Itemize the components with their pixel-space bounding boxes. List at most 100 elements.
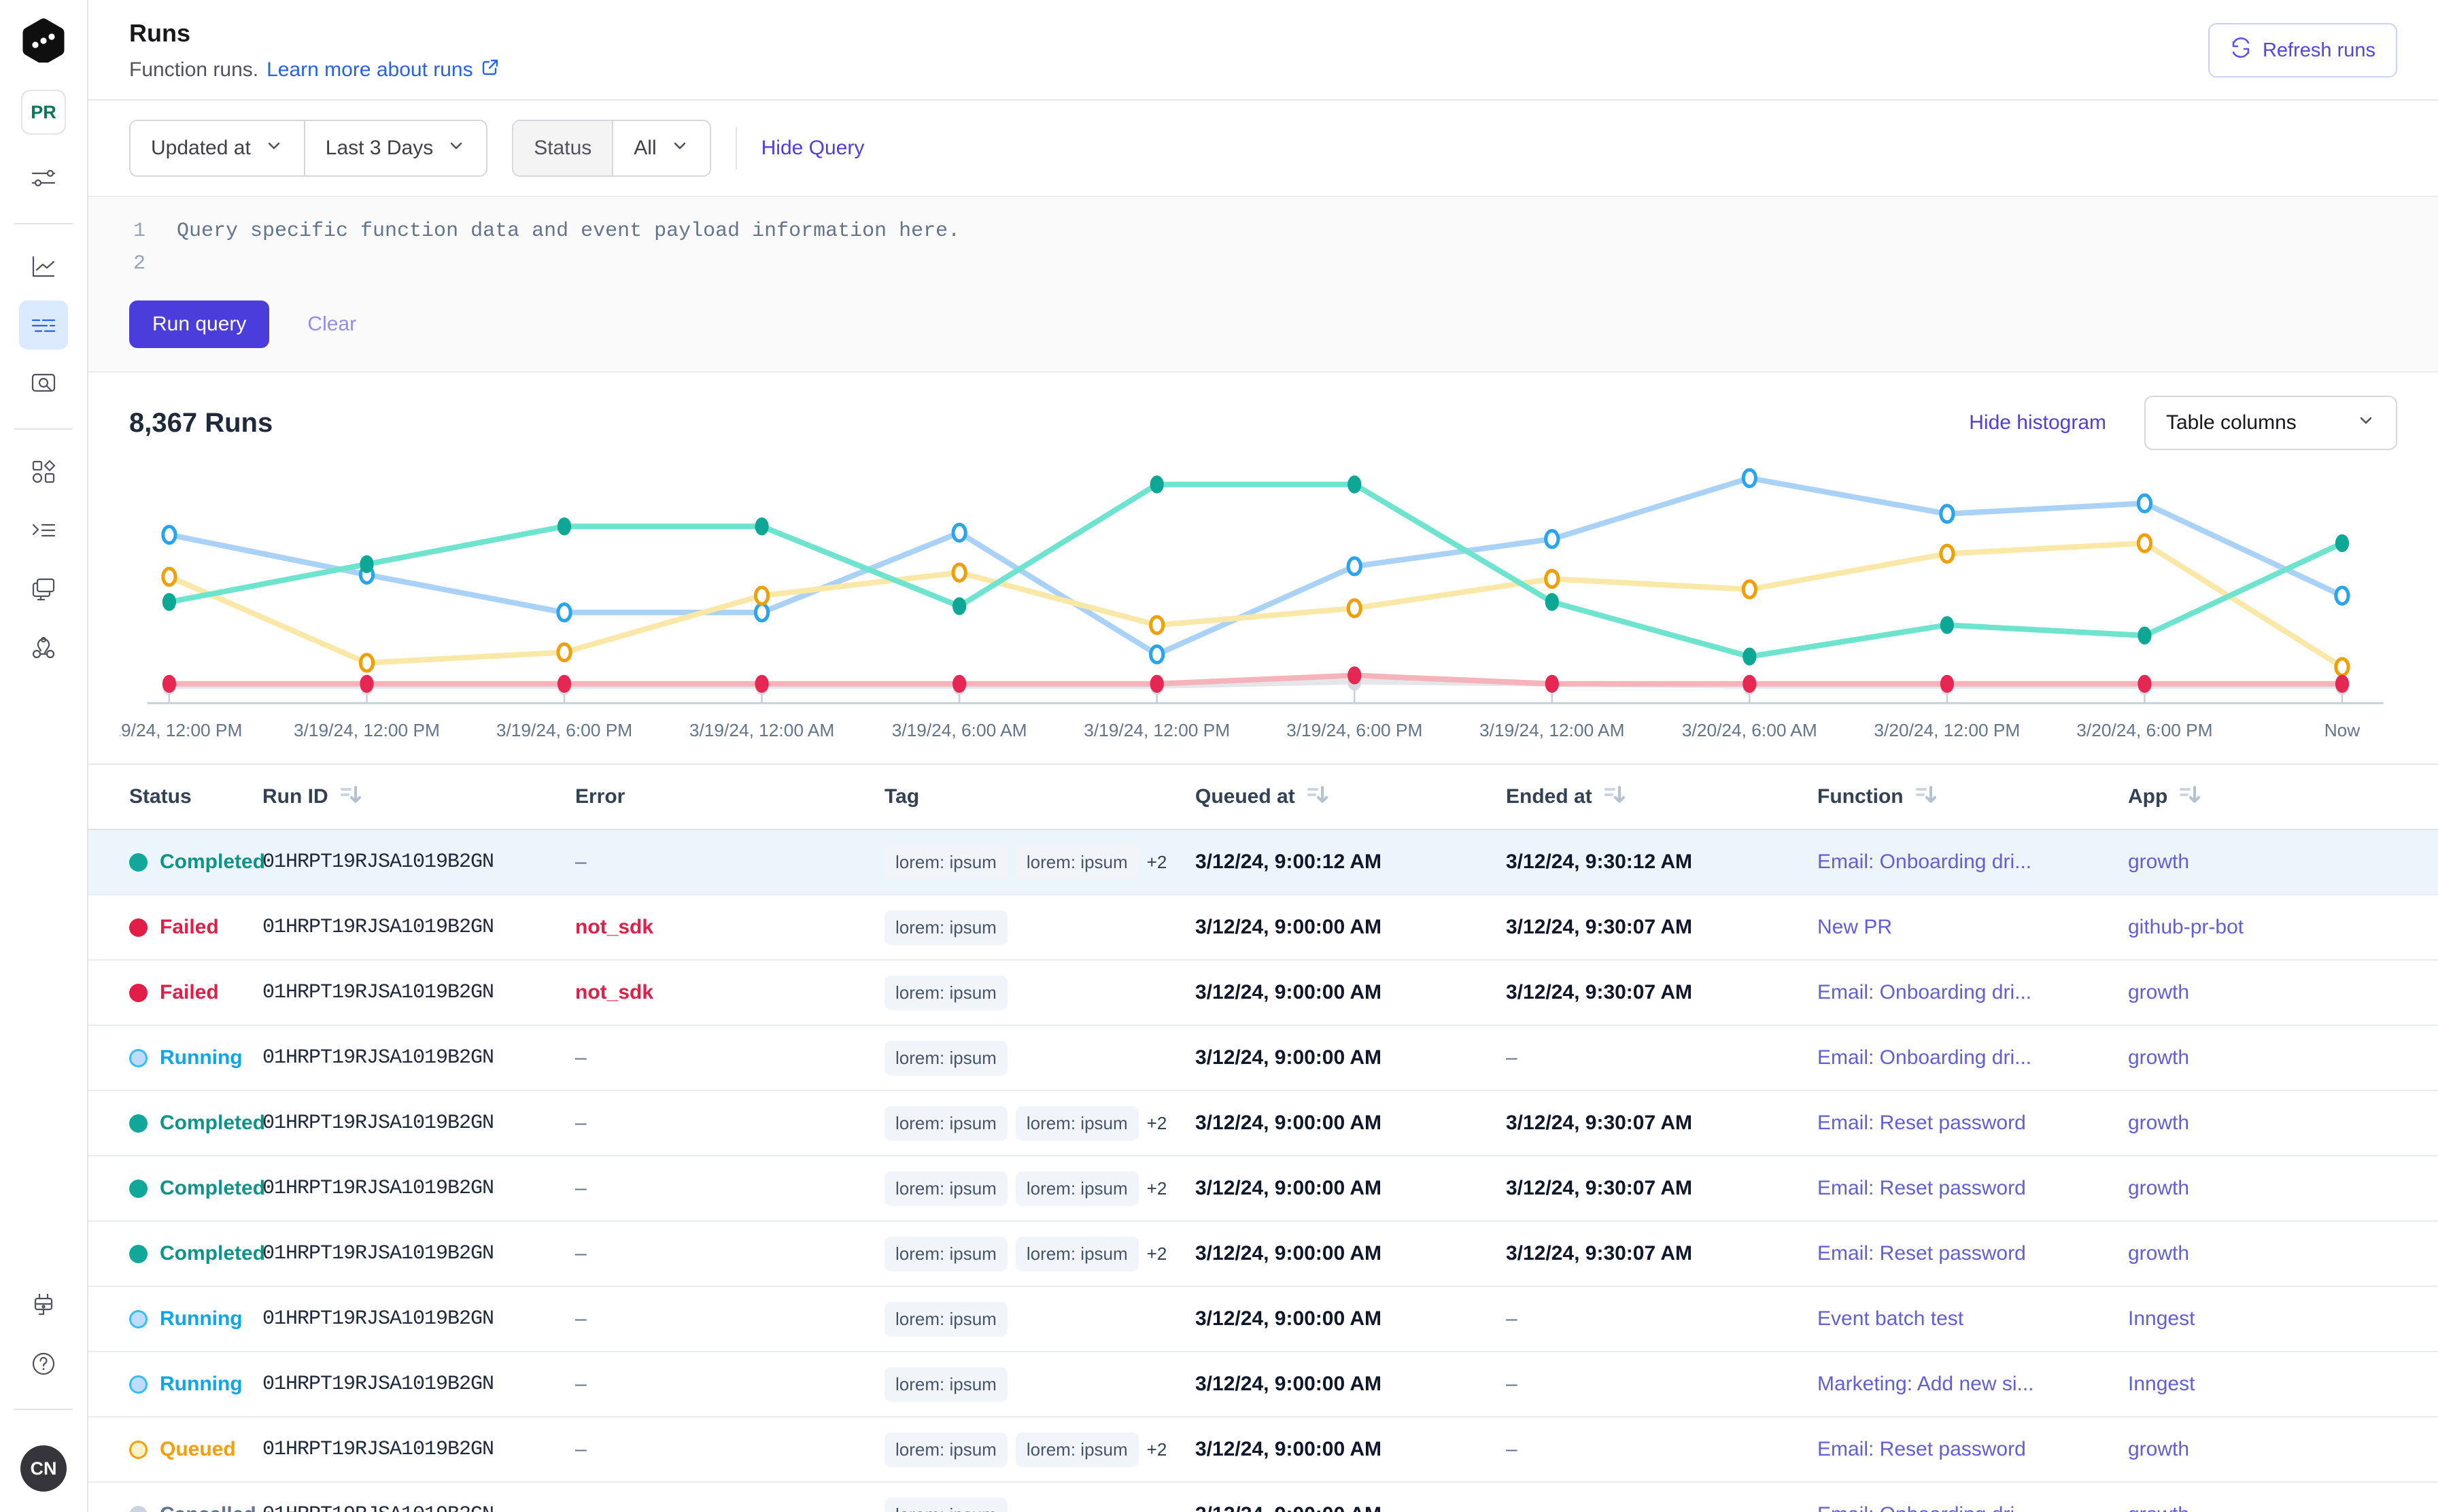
run-id: 01HRPT19RJSA1019B2GN [262, 916, 575, 939]
column-header-app[interactable]: App [2128, 782, 2438, 812]
chevron-down-icon [447, 136, 466, 160]
ended-at-cell: 3/12/24, 9:30:07 AM [1506, 1242, 1817, 1265]
metrics-icon[interactable] [19, 242, 68, 291]
user-avatar[interactable]: CN [20, 1445, 67, 1492]
run-id: 01HRPT19RJSA1019B2GN [262, 1373, 575, 1396]
run-id: 01HRPT19RJSA1019B2GN [262, 850, 575, 874]
queued-at-cell: 3/12/24, 9:00:00 AM [1195, 1373, 1506, 1396]
refresh-runs-button[interactable]: Refresh runs [2208, 23, 2397, 78]
app-link[interactable]: github-pr-bot [2128, 916, 2438, 939]
data-point-completed [557, 517, 571, 535]
app-link[interactable]: growth [2128, 1503, 2438, 1512]
dev-server-icon[interactable] [19, 1281, 68, 1330]
table-row[interactable]: Completed01HRPT19RJSA1019B2GN–lorem: ips… [88, 1156, 2438, 1222]
data-point-running [953, 524, 965, 540]
filters-icon[interactable] [19, 154, 68, 203]
runs-icon[interactable] [19, 300, 68, 349]
status-filter-dropdown[interactable]: All [612, 121, 709, 175]
table-columns-dropdown[interactable]: Table columns [2144, 396, 2397, 450]
sort-icon [1913, 782, 1938, 812]
time-field-dropdown[interactable]: Updated at [131, 121, 304, 175]
table-row[interactable]: Queued01HRPT19RJSA1019B2GN–lorem: ipsuml… [88, 1418, 2438, 1483]
app-link[interactable]: growth [2128, 1242, 2438, 1265]
function-link[interactable]: Email: Onboarding dri... [1817, 1503, 2128, 1512]
event-search-icon[interactable] [19, 359, 68, 408]
apps-icon[interactable] [19, 447, 68, 496]
app-link[interactable]: Inngest [2128, 1373, 2438, 1396]
function-link[interactable]: Email: Reset password [1817, 1242, 2128, 1265]
tag-chip: lorem: ipsum [1016, 1237, 1139, 1271]
data-point-completed [1150, 475, 1164, 493]
function-link[interactable]: New PR [1817, 916, 2128, 939]
table-header-row: StatusRun IDErrorTagQueued atEnded atFun… [88, 765, 2438, 830]
column-header-function[interactable]: Function [1817, 782, 2128, 812]
function-link[interactable]: Email: Reset password [1817, 1112, 2128, 1135]
run-id: 01HRPT19RJSA1019B2GN [262, 1177, 575, 1200]
x-axis-label: 3/19/24, 12:00 PM [1084, 720, 1230, 740]
external-link-icon [480, 57, 500, 83]
time-range-dropdown[interactable]: Last 3 Days [304, 121, 486, 175]
histogram-chart: 3/19/24, 12:00 PM 3/19/24, 12:00 PM 3/19/2… [120, 461, 2397, 757]
column-header-run-id[interactable]: Run ID [262, 782, 575, 812]
app-link[interactable]: growth [2128, 1112, 2438, 1135]
app-link[interactable]: Inngest [2128, 1307, 2438, 1330]
hide-query-link[interactable]: Hide Query [761, 137, 865, 160]
table-row[interactable]: Completed01HRPT19RJSA1019B2GN–lorem: ips… [88, 1091, 2438, 1156]
query-editor[interactable]: 1 Query specific function data and event… [88, 196, 2438, 373]
data-point-running [2336, 587, 2348, 604]
function-link[interactable]: Email: Onboarding dri... [1817, 850, 2128, 874]
x-axis-label: 3/19/24, 12:00 AM [689, 720, 834, 740]
tag-chip: lorem: ipsum [885, 1171, 1008, 1206]
learn-more-link[interactable]: Learn more about runs [267, 57, 500, 83]
events-icon[interactable] [19, 506, 68, 555]
status-label: Failed [160, 916, 219, 939]
status-dot [129, 1049, 148, 1067]
table-row[interactable]: Cancelled01HRPT19RJSA1019B2GN–lorem: ips… [88, 1483, 2438, 1512]
environment-badge[interactable]: PR [21, 90, 66, 135]
status-dot [129, 1441, 148, 1459]
app-link[interactable]: growth [2128, 850, 2438, 874]
results-header: 8,367 Runs Hide histogram Table columns [88, 373, 2438, 461]
function-link[interactable]: Email: Onboarding dri... [1817, 1046, 2128, 1069]
x-axis-label: 3/19/24, 12:00 PM [294, 720, 440, 740]
function-link[interactable]: Email: Onboarding dri... [1817, 981, 2128, 1004]
column-header-error: Error [575, 785, 885, 808]
queued-at-cell: 3/12/24, 9:00:00 AM [1195, 1307, 1506, 1330]
column-header-ended-at[interactable]: Ended at [1506, 782, 1817, 812]
hide-histogram-link[interactable]: Hide histogram [1969, 411, 2106, 434]
sort-icon [338, 782, 362, 812]
table-row[interactable]: Running01HRPT19RJSA1019B2GN–lorem: ipsum… [88, 1026, 2438, 1091]
inngest-logo-icon[interactable] [22, 18, 65, 63]
webhooks-icon[interactable] [19, 623, 68, 672]
run-query-button[interactable]: Run query [129, 300, 269, 348]
table-row[interactable]: Running01HRPT19RJSA1019B2GN–lorem: ipsum… [88, 1352, 2438, 1418]
column-label: Status [129, 785, 192, 808]
status-cell: Failed [129, 981, 262, 1004]
help-icon[interactable] [19, 1339, 68, 1388]
function-link[interactable]: Email: Reset password [1817, 1438, 2128, 1461]
functions-icon[interactable] [19, 564, 68, 613]
data-point-running [2138, 495, 2150, 511]
app-link[interactable]: growth [2128, 1438, 2438, 1461]
table-row[interactable]: Failed01HRPT19RJSA1019B2GNnot_sdklorem: … [88, 895, 2438, 961]
app-link[interactable]: growth [2128, 1177, 2438, 1200]
tag-chip: lorem: ipsum [885, 1432, 1008, 1467]
table-row[interactable]: Running01HRPT19RJSA1019B2GN–lorem: ipsum… [88, 1287, 2438, 1352]
function-link[interactable]: Event batch test [1817, 1307, 2128, 1330]
function-link[interactable]: Email: Reset password [1817, 1177, 2128, 1200]
filter-divider [736, 127, 737, 169]
function-link[interactable]: Marketing: Add new si... [1817, 1373, 2128, 1396]
app-link[interactable]: growth [2128, 1046, 2438, 1069]
table-row[interactable]: Failed01HRPT19RJSA1019B2GNnot_sdklorem: … [88, 961, 2438, 1026]
clear-query-button[interactable]: Clear [307, 313, 356, 336]
error-cell: – [575, 1438, 885, 1461]
tag-cell: lorem: ipsumlorem: ipsum+2 [885, 1171, 1195, 1206]
app-link[interactable]: growth [2128, 981, 2438, 1004]
status-cell: Completed [129, 1112, 262, 1135]
queued-at-cell: 3/12/24, 9:00:00 AM [1195, 1242, 1506, 1265]
table-row[interactable]: Completed01HRPT19RJSA1019B2GN–lorem: ips… [88, 830, 2438, 895]
table-row[interactable]: Completed01HRPT19RJSA1019B2GN–lorem: ips… [88, 1222, 2438, 1287]
status-dot [129, 918, 148, 937]
column-header-queued-at[interactable]: Queued at [1195, 782, 1506, 812]
column-label: Run ID [262, 785, 328, 808]
